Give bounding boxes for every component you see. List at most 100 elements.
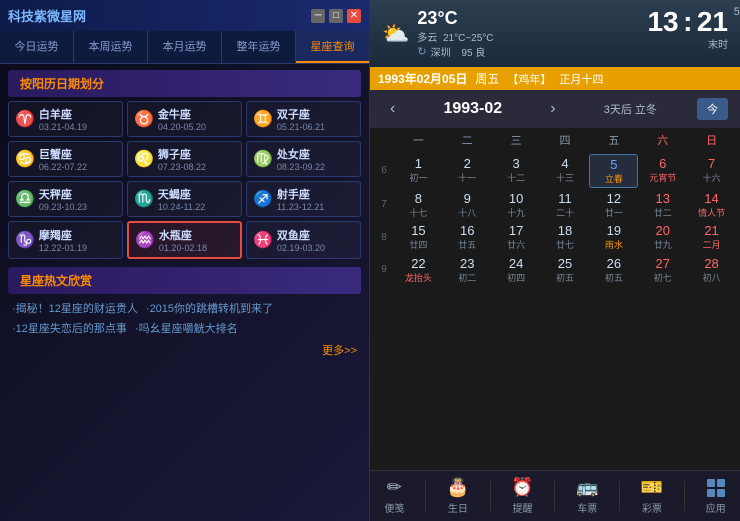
gemini-name: 双子座	[277, 106, 325, 122]
tab-today-fortune[interactable]: 今日运势	[0, 31, 74, 63]
ticket-label: 车票	[577, 500, 597, 515]
cal-day-28[interactable]: 28 初八	[687, 254, 736, 286]
calendar-header-row: 一 二 三 四 五 六 日	[374, 128, 736, 152]
week-number-8: 8	[374, 221, 394, 253]
bottom-apps[interactable]: 应用	[698, 478, 734, 515]
cal-day-18[interactable]: 18 廿七	[541, 221, 590, 253]
separator-2	[490, 481, 491, 511]
cal-day-16[interactable]: 16 廿五	[443, 221, 492, 253]
zodiac-capricorn[interactable]: ♑ 摩羯座 12.22-01.19	[8, 221, 123, 259]
mon-header: 一	[394, 128, 443, 152]
cal-day-4[interactable]: 4 十三	[541, 154, 590, 188]
cancer-symbol: ♋	[15, 149, 35, 169]
left-header: 科技紫微星网 ─ □ ✕	[0, 0, 369, 31]
aries-name: 白羊座	[39, 106, 87, 122]
calendar-row-week8: 8 15 廿四 16 廿五 17 廿六 18 廿七 19 雨水 20	[374, 221, 736, 253]
pisces-date: 02.19-03.20	[277, 243, 325, 253]
calendar-row-week6: 6 1 初一 2 十一 3 十二 4 十三 5 立春 6	[374, 154, 736, 188]
next-month-button[interactable]: ›	[542, 100, 563, 118]
weather-bar: ⛅ 23°C 多云 21°C~25°C ↻ 深圳 95 良 13 : 21 50…	[370, 0, 740, 67]
zodiac-libra[interactable]: ♎ 天秤座 09.23-10.23	[8, 181, 123, 217]
tab-week-fortune[interactable]: 本周运势	[74, 31, 148, 63]
zodiac-aries[interactable]: ♈ 白羊座 03.21-04.19	[8, 101, 123, 137]
zodiac-grid: ♈ 白羊座 03.21-04.19 ♉ 金牛座 04.20-05.20 ♊ 双子…	[0, 101, 369, 259]
bottom-lottery[interactable]: 🎫 彩票	[633, 477, 671, 515]
calendar-month: 1993-02	[443, 100, 502, 118]
calendar-grid: 一 二 三 四 五 六 日 6 1 初一 2 十一 3 十二 4	[370, 128, 740, 470]
cal-day-2[interactable]: 2 十一	[443, 154, 492, 188]
more-link[interactable]: 更多>>	[0, 338, 369, 362]
time-minutes: 21	[697, 6, 728, 37]
week-number-7: 7	[374, 189, 394, 221]
tab-year-fortune[interactable]: 整年运势	[222, 31, 296, 63]
prev-month-button[interactable]: ‹	[382, 100, 403, 118]
sun-header: 日	[687, 128, 736, 152]
capricorn-date: 12.22-01.19	[39, 243, 87, 253]
zodiac-scorpio[interactable]: ♏ 天蝎座 10.24-11.22	[127, 181, 242, 217]
zodiac-aquarius[interactable]: ♒ 水瓶座 01.20-02.18	[127, 221, 242, 259]
cal-day-5[interactable]: 5 立春	[589, 154, 638, 188]
cal-day-19[interactable]: 19 雨水	[589, 221, 638, 253]
bottom-birthday[interactable]: 🎂 生日	[439, 477, 477, 515]
cal-day-15[interactable]: 15 廿四	[394, 221, 443, 253]
tab-month-fortune[interactable]: 本月运势	[148, 31, 222, 63]
aquarius-name: 水瓶座	[159, 227, 207, 243]
zodiac-gemini[interactable]: ♊ 双子座 05.21-06.21	[246, 101, 361, 137]
cal-day-7[interactable]: 7 十六	[687, 154, 736, 188]
calendar-row-week7: 7 8 十七 9 十八 10 十九 11 二十 12 廿一 13	[374, 189, 736, 221]
cal-day-20[interactable]: 20 廿九	[638, 221, 687, 253]
zodiac-leo[interactable]: ♌ 狮子座 07.23-08.22	[127, 141, 242, 177]
cal-day-12[interactable]: 12 廿一	[589, 189, 638, 221]
hot-section-header: 星座热文欣赏	[8, 267, 361, 294]
cancer-date: 06.22-07.22	[39, 162, 87, 172]
taurus-symbol: ♉	[134, 109, 154, 129]
cal-day-6[interactable]: 6 元宵节	[638, 154, 687, 188]
tab-zodiac-query[interactable]: 星座查询	[296, 31, 369, 63]
cal-day-26[interactable]: 26 初五	[589, 254, 638, 286]
days-until-solar-term: 3天后 立冬	[604, 101, 657, 117]
zodiac-sagittarius[interactable]: ♐ 射手座 11.23-12.21	[246, 181, 361, 217]
hot-links: ·揭秘！12星座的财运贵人 ·2015你的跳槽转机到来了 ·12星座失恋后的那点…	[8, 300, 361, 336]
aries-date: 03.21-04.19	[39, 122, 87, 132]
today-button[interactable]: 今	[697, 98, 728, 120]
gemini-symbol: ♊	[253, 109, 273, 129]
cal-day-3[interactable]: 3 十二	[492, 154, 541, 188]
cal-day-27[interactable]: 27 初七	[638, 254, 687, 286]
zodiac-virgo[interactable]: ♍ 处女座 08.23-09.22	[246, 141, 361, 177]
maximize-button[interactable]: □	[329, 9, 343, 23]
cal-day-11[interactable]: 11 二十	[541, 189, 590, 221]
minimize-button[interactable]: ─	[311, 9, 325, 23]
cal-day-23[interactable]: 23 初二	[443, 254, 492, 286]
app-title: 科技紫微星网	[8, 6, 86, 25]
gemini-date: 05.21-06.21	[277, 122, 325, 132]
cal-day-22[interactable]: 22 龙抬头	[394, 254, 443, 286]
cal-day-8[interactable]: 8 十七	[394, 189, 443, 221]
bottom-ticket[interactable]: 🚌 车票	[568, 477, 606, 515]
cal-day-1[interactable]: 1 初一	[394, 154, 443, 188]
hot-link-1[interactable]: ·揭秘！12星座的财运贵人	[12, 300, 138, 316]
hot-link-4[interactable]: ·吗幺星座嚼觥大排名	[135, 320, 238, 336]
reminder-label: 提醒	[513, 500, 533, 515]
bottom-reminder[interactable]: ⏰ 提醒	[503, 477, 541, 515]
refresh-icon[interactable]: ↻	[417, 45, 426, 58]
zodiac-pisces[interactable]: ♓ 双鱼座 02.19-03.20	[246, 221, 361, 259]
left-panel: 科技紫微星网 ─ □ ✕ 今日运势 本周运势 本月运势 整年运势 星座查询 按阳…	[0, 0, 370, 521]
bottom-notes[interactable]: ✏ 便笺	[376, 477, 412, 515]
hot-link-2[interactable]: ·2015你的跳槽转机到来了	[146, 300, 273, 316]
cal-day-10[interactable]: 10 十九	[492, 189, 541, 221]
zodiac-cancer[interactable]: ♋ 巨蟹座 06.22-07.22	[8, 141, 123, 177]
cal-day-13[interactable]: 13 廿二	[638, 189, 687, 221]
lunar-year: 【鸡年】	[507, 71, 551, 87]
time-display: 13 : 21 50 末时	[647, 8, 728, 51]
close-button[interactable]: ✕	[347, 9, 361, 23]
cal-day-21[interactable]: 21 二月	[687, 221, 736, 253]
cal-day-14[interactable]: 14 情人节	[687, 189, 736, 221]
cal-day-17[interactable]: 17 廿六	[492, 221, 541, 253]
cal-day-9[interactable]: 9 十八	[443, 189, 492, 221]
hot-link-3[interactable]: ·12星座失恋后的那点事	[12, 320, 127, 336]
week-number-9: 9	[374, 254, 394, 286]
cal-day-24[interactable]: 24 初四	[492, 254, 541, 286]
zodiac-taurus[interactable]: ♉ 金牛座 04.20-05.20	[127, 101, 242, 137]
time-label: 末时	[647, 36, 728, 51]
cal-day-25[interactable]: 25 初五	[541, 254, 590, 286]
